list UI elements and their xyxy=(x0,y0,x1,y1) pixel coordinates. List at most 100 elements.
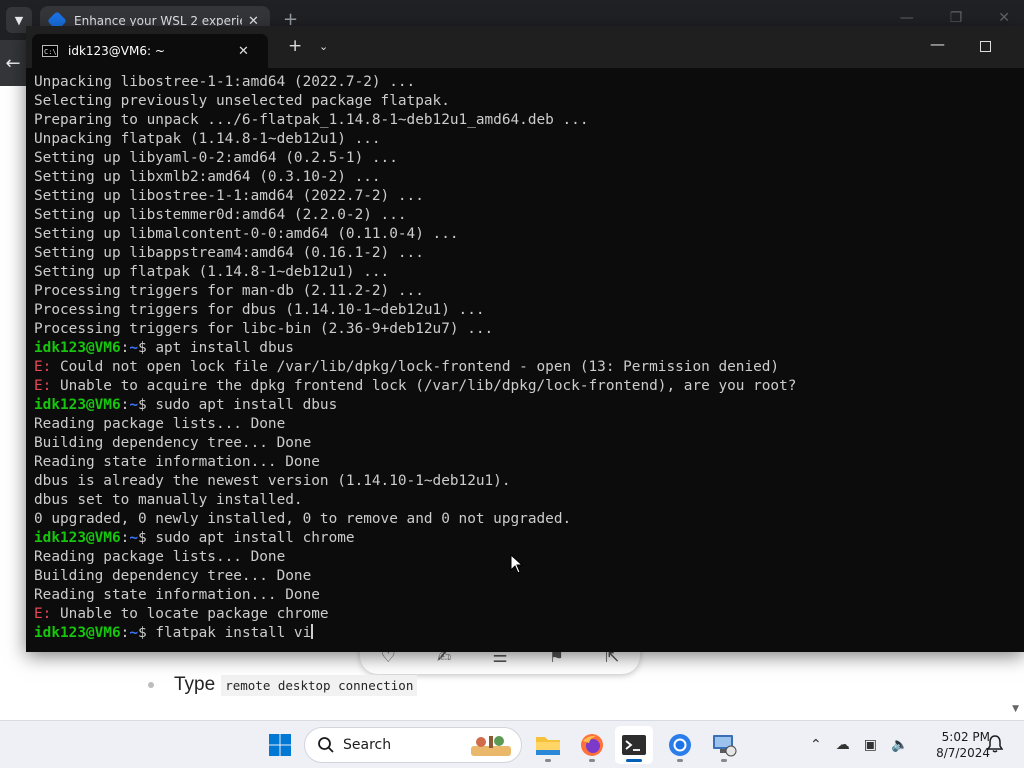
output-text: Setting up flatpak (1.14.8-1~deb12u1) ..… xyxy=(34,264,390,280)
output-text: Processing triggers for man-db (2.11.2-2… xyxy=(34,283,424,299)
close-icon[interactable]: ✕ xyxy=(998,10,1010,26)
prompt-separator: : xyxy=(120,530,130,546)
output-text: dbus set to manually installed. xyxy=(34,492,303,508)
terminal-error-line: E: Could not open lock file /var/lib/dpk… xyxy=(34,358,1014,377)
terminal-line: Reading package lists... Done xyxy=(34,548,1014,567)
command-text: sudo apt install dbus xyxy=(155,397,338,413)
notification-bell-icon[interactable] xyxy=(987,735,1003,753)
maximize-icon[interactable] xyxy=(980,41,991,52)
onedrive-off-icon[interactable]: ☁ xyxy=(836,737,850,753)
scroll-down-icon[interactable]: ▼ xyxy=(1012,704,1019,714)
mouse-cursor-icon xyxy=(510,554,524,574)
prompt-separator: : xyxy=(120,625,130,641)
command-text: flatpak install vi xyxy=(155,625,312,641)
running-indicator xyxy=(589,759,595,762)
output-text: Reading state information... Done xyxy=(34,454,320,470)
bullet-text: Type xyxy=(174,674,216,695)
arrow-left-icon: ← xyxy=(5,52,21,74)
output-text: Building dependency tree... Done xyxy=(34,568,312,584)
system-tray: ⌃ ☁ ▣ 🔈 xyxy=(810,721,908,769)
output-text: Unpacking flatpak (1.14.8-1~deb12u1) ... xyxy=(34,131,381,147)
prompt-path: ~ xyxy=(129,530,138,546)
taskbar-app-file-explorer[interactable] xyxy=(529,726,567,764)
volume-muted-icon[interactable]: 🔈 xyxy=(891,737,908,753)
terminal-command-line: idk123@VM6:~$ sudo apt install dbus xyxy=(34,396,1014,415)
list-item: Type remote desktop connection xyxy=(148,674,418,696)
terminal-line: dbus is already the newest version (1.14… xyxy=(34,472,1014,491)
error-text: Unable to locate package chrome xyxy=(51,606,329,622)
chrome-icon xyxy=(669,734,691,756)
terminal-window: C:\ idk123@VM6: ~ ✕ + ⌄ — Unpacking libo… xyxy=(26,26,1024,652)
terminal-line: Unpacking flatpak (1.14.8-1~deb12u1) ... xyxy=(34,130,1014,149)
taskbar-app-firefox[interactable] xyxy=(573,726,611,764)
terminal-command-line: idk123@VM6:~$ apt install dbus xyxy=(34,339,1014,358)
terminal-output[interactable]: Unpacking libostree-1-1:amd64 (2022.7-2)… xyxy=(34,73,1014,648)
terminal-line: Processing triggers for man-db (2.11.2-2… xyxy=(34,282,1014,301)
inline-code: remote desktop connection xyxy=(221,674,418,696)
running-indicator xyxy=(721,759,727,762)
network-icon[interactable]: ▣ xyxy=(864,737,877,753)
taskbar-app-chrome[interactable] xyxy=(661,726,699,764)
taskbar: Search ⌃ ☁ ▣ 🔈 5:02 PM 8/7/2024 xyxy=(0,720,1024,768)
taskbar-search-box[interactable]: Search xyxy=(304,727,522,763)
minimize-icon[interactable]: — xyxy=(900,10,914,26)
prompt-user: idk123@VM6 xyxy=(34,397,121,413)
taskbar-app-remote-desktop[interactable] xyxy=(705,726,743,764)
terminal-line: Preparing to unpack .../6-flatpak_1.14.8… xyxy=(34,111,1014,130)
terminal-titlebar: C:\ idk123@VM6: ~ ✕ + ⌄ — xyxy=(26,26,1024,68)
prompt-user: idk123@VM6 xyxy=(34,625,121,641)
output-text: 0 upgraded, 0 newly installed, 0 to remo… xyxy=(34,511,572,527)
prompt-symbol: $ xyxy=(137,340,156,356)
terminal-line: Setting up libmalcontent-0-0:amd64 (0.11… xyxy=(34,225,1014,244)
terminal-line: Setting up libyaml-0-2:amd64 (0.2.5-1) .… xyxy=(34,149,1014,168)
terminal-line: Setting up libxmlb2:amd64 (0.3.10-2) ... xyxy=(34,168,1014,187)
new-tab-button[interactable]: + xyxy=(288,36,302,56)
error-prefix: E: xyxy=(34,359,52,375)
prompt-path: ~ xyxy=(129,625,138,641)
terminal-line: Reading package lists... Done xyxy=(34,415,1014,434)
output-text: Setting up libostree-1-1:amd64 (2022.7-2… xyxy=(34,188,424,204)
terminal-tab[interactable]: C:\ idk123@VM6: ~ ✕ xyxy=(32,34,268,68)
close-icon[interactable]: ✕ xyxy=(238,44,249,59)
terminal-line: Setting up libostree-1-1:amd64 (2022.7-2… xyxy=(34,187,1014,206)
terminal-error-line: E: Unable to locate package chrome xyxy=(34,605,1014,624)
taskbar-app-terminal[interactable] xyxy=(615,726,653,764)
text-cursor xyxy=(311,624,314,639)
prompt-separator: : xyxy=(120,340,130,356)
back-button[interactable]: ← xyxy=(0,40,26,86)
minimize-icon[interactable]: — xyxy=(930,35,945,53)
prompt-symbol: $ xyxy=(137,625,156,641)
terminal-line: Processing triggers for libc-bin (2.36-9… xyxy=(34,320,1014,339)
output-text: Processing triggers for libc-bin (2.36-9… xyxy=(34,321,494,337)
terminal-line: dbus set to manually installed. xyxy=(34,491,1014,510)
running-indicator xyxy=(545,759,551,762)
terminal-tab-title: idk123@VM6: ~ xyxy=(68,44,165,58)
prompt-path: ~ xyxy=(129,340,138,356)
error-text: Could not open lock file /var/lib/dpkg/l… xyxy=(51,359,780,375)
output-text: Setting up libmalcontent-0-0:amd64 (0.11… xyxy=(34,226,459,242)
chevron-down-icon[interactable]: ⌄ xyxy=(319,40,328,53)
output-text: Setting up libxmlb2:amd64 (0.3.10-2) ... xyxy=(34,169,381,185)
start-button[interactable] xyxy=(261,726,299,764)
firefox-icon xyxy=(581,734,603,756)
prompt-user: idk123@VM6 xyxy=(34,340,121,356)
search-highlight-icon xyxy=(471,736,511,756)
search-icon xyxy=(318,737,334,753)
error-text: Unable to acquire the dpkg frontend lock… xyxy=(51,378,797,394)
output-text: Setting up libyaml-0-2:amd64 (0.2.5-1) .… xyxy=(34,150,398,166)
output-text: Processing triggers for dbus (1.14.10-1~… xyxy=(34,302,485,318)
terminal-line: 0 upgraded, 0 newly installed, 0 to remo… xyxy=(34,510,1014,529)
command-text: sudo apt install chrome xyxy=(155,530,355,546)
output-text: dbus is already the newest version (1.14… xyxy=(34,473,511,489)
chevron-up-icon[interactable]: ⌃ xyxy=(810,737,822,753)
terminal-line: Building dependency tree... Done xyxy=(34,434,1014,453)
start-icon xyxy=(269,734,291,756)
output-text: Reading package lists... Done xyxy=(34,416,286,432)
terminal-error-line: E: Unable to acquire the dpkg frontend l… xyxy=(34,377,1014,396)
restore-icon[interactable]: ❐ xyxy=(950,10,963,26)
running-indicator xyxy=(626,759,642,762)
remote-desktop-icon xyxy=(713,735,737,757)
terminal-line: Setting up libstemmer0d:amd64 (2.2.0-2) … xyxy=(34,206,1014,225)
taskbar-clock[interactable]: 5:02 PM 8/7/2024 xyxy=(924,729,990,761)
terminal-line: Reading state information... Done xyxy=(34,586,1014,605)
